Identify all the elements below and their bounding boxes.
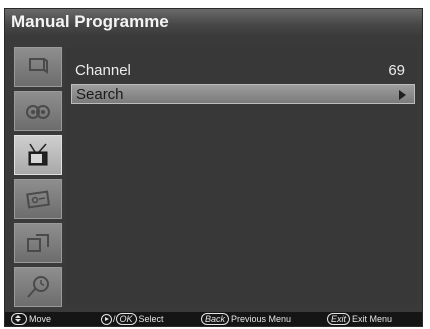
footer-exit: Exit Exit Menu: [327, 313, 392, 325]
sidebar-item-sound[interactable]: [14, 91, 62, 131]
back-label: Previous Menu: [231, 314, 292, 324]
clock-icon: [27, 276, 49, 298]
channel-label: Channel: [75, 62, 131, 79]
search-label: Search: [76, 86, 124, 103]
menu-title: Manual Programme: [11, 12, 169, 31]
move-label: Move: [29, 314, 52, 324]
footer-back: Back Previous Menu: [201, 313, 291, 325]
title-bar: Manual Programme: [5, 9, 422, 35]
menu-content: Channel 69 Search: [65, 47, 417, 307]
up-down-icon: [11, 313, 27, 325]
screens-icon: [27, 234, 49, 252]
ok-key: OK: [115, 313, 137, 325]
search-row[interactable]: Search: [71, 84, 415, 104]
play-arrow-icon: [399, 90, 406, 100]
sound-icon: [26, 105, 50, 119]
sidebar-item-features[interactable]: [14, 179, 62, 219]
channel-value: 69: [388, 62, 405, 79]
exit-key: Exit: [327, 313, 351, 325]
channel-row[interactable]: Channel 69: [71, 61, 415, 81]
sidebar-item-picture[interactable]: [14, 47, 62, 87]
right-arrow-icon: [101, 313, 112, 325]
sidebar-item-source[interactable]: [14, 223, 62, 263]
menu-window: Manual Programme Channel 69 Search Move …: [4, 8, 423, 327]
select-label: Select: [138, 314, 164, 324]
menu-sidebar: [14, 47, 62, 307]
picture-icon: [29, 58, 48, 74]
exit-label: Exit Menu: [352, 314, 393, 324]
footer-move: Move: [11, 313, 51, 325]
settings-card-icon: [26, 190, 51, 209]
tv-antenna-icon: [28, 143, 48, 166]
sidebar-item-channel[interactable]: [14, 135, 62, 175]
footer-help-bar: Move / OK Select Back Previous Menu Exit…: [5, 312, 422, 326]
back-key: Back: [201, 313, 230, 325]
sidebar-item-timer[interactable]: [14, 267, 62, 307]
footer-select: / OK Select: [101, 313, 164, 325]
